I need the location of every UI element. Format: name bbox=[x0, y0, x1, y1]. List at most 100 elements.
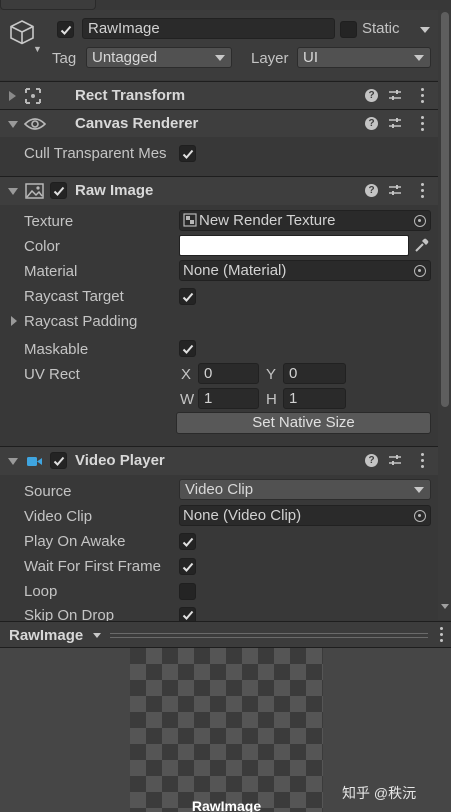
context-menu-icon[interactable] bbox=[421, 453, 425, 469]
video-player-enabled-toggle[interactable] bbox=[50, 452, 67, 469]
preview-header[interactable]: RawImage bbox=[0, 621, 451, 648]
video-player-icon bbox=[27, 457, 42, 466]
wait-first-frame-label: Wait For First Frame bbox=[24, 558, 161, 575]
object-name-input[interactable]: RawImage bbox=[82, 18, 335, 39]
active-toggle[interactable] bbox=[57, 21, 74, 38]
cube-icon[interactable] bbox=[8, 18, 36, 46]
skip-on-drop-checkbox[interactable] bbox=[179, 607, 196, 621]
uv-h-input[interactable]: 1 bbox=[283, 388, 346, 409]
color-label: Color bbox=[24, 238, 60, 255]
video-clip-field[interactable]: None (Video Clip) bbox=[179, 505, 431, 526]
uv-rect-label: UV Rect bbox=[24, 366, 80, 383]
canvas-renderer-header[interactable]: Canvas Renderer ? bbox=[0, 109, 438, 137]
source-label: Source bbox=[24, 483, 72, 500]
loop-checkbox[interactable] bbox=[179, 583, 196, 600]
eye-icon bbox=[24, 118, 46, 130]
help-icon[interactable]: ? bbox=[365, 89, 378, 102]
video-clip-value: None (Video Clip) bbox=[183, 507, 302, 524]
scrollbar-thumb[interactable] bbox=[441, 12, 449, 407]
inspector-tab[interactable] bbox=[0, 0, 96, 10]
tag-value: Untagged bbox=[92, 49, 158, 66]
maskable-checkbox[interactable] bbox=[179, 340, 196, 357]
layer-label: Layer bbox=[251, 50, 289, 67]
help-icon[interactable]: ? bbox=[365, 117, 378, 130]
preview-dropdown-caret-icon[interactable] bbox=[93, 633, 101, 638]
eyedropper-icon[interactable] bbox=[413, 237, 430, 254]
layer-dropdown[interactable]: UI bbox=[297, 47, 431, 68]
object-picker-icon[interactable] bbox=[414, 215, 426, 227]
preview-title[interactable]: RawImage bbox=[9, 627, 83, 644]
material-field[interactable]: None (Material) bbox=[179, 260, 431, 281]
preview-menu-icon[interactable] bbox=[440, 627, 444, 643]
rect-transform-header[interactable]: Rect Transform ? bbox=[0, 81, 438, 109]
uv-x-label: X bbox=[181, 366, 192, 383]
fold-arrow-icon[interactable] bbox=[9, 91, 16, 101]
raycast-padding-fold-icon[interactable] bbox=[11, 316, 17, 326]
tag-label: Tag bbox=[52, 50, 77, 67]
static-label: Static bbox=[362, 20, 400, 37]
uv-w-label: W bbox=[180, 391, 195, 408]
context-menu-icon[interactable] bbox=[421, 116, 425, 132]
preset-icon[interactable] bbox=[388, 88, 402, 102]
source-dropdown[interactable]: Video Clip bbox=[179, 479, 431, 500]
object-picker-icon[interactable] bbox=[414, 510, 426, 522]
fold-arrow-icon[interactable] bbox=[8, 121, 18, 128]
icon-dropdown-caret[interactable]: ▼ bbox=[33, 44, 42, 54]
video-player-header[interactable]: Video Player ? bbox=[0, 446, 438, 475]
cull-transparent-label: Cull Transparent Mes bbox=[24, 145, 167, 162]
video-clip-label: Video Clip bbox=[24, 508, 93, 525]
rect-transform-title: Rect Transform bbox=[75, 87, 186, 104]
wait-first-frame-checkbox[interactable] bbox=[179, 558, 196, 575]
fold-arrow-icon[interactable] bbox=[8, 188, 18, 195]
material-value: None (Material) bbox=[183, 262, 287, 279]
help-icon[interactable]: ? bbox=[365, 454, 378, 467]
skip-on-drop-label: Skip On Drop bbox=[24, 607, 115, 621]
raw-image-enabled-toggle[interactable] bbox=[50, 182, 67, 199]
preview-resize-grip[interactable] bbox=[110, 633, 428, 638]
play-on-awake-checkbox[interactable] bbox=[179, 533, 196, 550]
raycast-target-label: Raycast Target bbox=[24, 288, 124, 305]
transparency-checkerboard bbox=[130, 648, 323, 812]
raw-image-header[interactable]: Raw Image ? bbox=[0, 176, 438, 205]
uv-y-input[interactable]: 0 bbox=[283, 363, 346, 384]
checkmark-icon bbox=[182, 537, 193, 547]
color-swatch[interactable] bbox=[179, 235, 409, 256]
help-icon[interactable]: ? bbox=[365, 184, 378, 197]
scroll-down-arrow-icon[interactable] bbox=[441, 604, 449, 609]
static-dropdown-caret[interactable] bbox=[420, 27, 430, 33]
play-on-awake-label: Play On Awake bbox=[24, 533, 126, 550]
watermark: 知乎 @秩沅 bbox=[342, 785, 417, 801]
preset-icon[interactable] bbox=[388, 116, 402, 130]
preset-icon[interactable] bbox=[388, 183, 402, 197]
raycast-padding-label[interactable]: Raycast Padding bbox=[24, 313, 137, 330]
render-texture-icon bbox=[183, 213, 197, 227]
checkmark-icon bbox=[53, 186, 64, 196]
texture-value: New Render Texture bbox=[199, 212, 336, 229]
uv-x-input[interactable]: 0 bbox=[198, 363, 259, 384]
video-player-title: Video Player bbox=[75, 452, 165, 469]
preview-caption: RawImage bbox=[191, 798, 262, 812]
fold-arrow-icon[interactable] bbox=[8, 458, 18, 465]
source-value: Video Clip bbox=[185, 481, 254, 498]
uv-w-input[interactable]: 1 bbox=[198, 388, 259, 409]
canvas-renderer-title: Canvas Renderer bbox=[75, 115, 199, 132]
preset-icon[interactable] bbox=[388, 453, 402, 467]
cull-transparent-checkbox[interactable] bbox=[179, 145, 196, 162]
checkmark-icon bbox=[182, 344, 193, 354]
material-label: Material bbox=[24, 263, 78, 280]
object-picker-icon[interactable] bbox=[414, 265, 426, 277]
tag-dropdown[interactable]: Untagged bbox=[86, 47, 232, 68]
texture-field[interactable]: New Render Texture bbox=[179, 210, 431, 231]
raycast-target-checkbox[interactable] bbox=[179, 288, 196, 305]
layer-value: UI bbox=[303, 49, 318, 66]
context-menu-icon[interactable] bbox=[421, 88, 425, 104]
set-native-size-button[interactable]: Set Native Size bbox=[176, 412, 431, 434]
checkmark-icon bbox=[182, 562, 193, 572]
checkmark-icon bbox=[182, 292, 193, 302]
uv-y-label: Y bbox=[266, 366, 277, 383]
checkmark-icon bbox=[53, 456, 64, 466]
maskable-label: Maskable bbox=[24, 341, 89, 358]
static-toggle[interactable] bbox=[340, 21, 357, 38]
uv-h-label: H bbox=[266, 391, 277, 408]
context-menu-icon[interactable] bbox=[421, 183, 425, 199]
